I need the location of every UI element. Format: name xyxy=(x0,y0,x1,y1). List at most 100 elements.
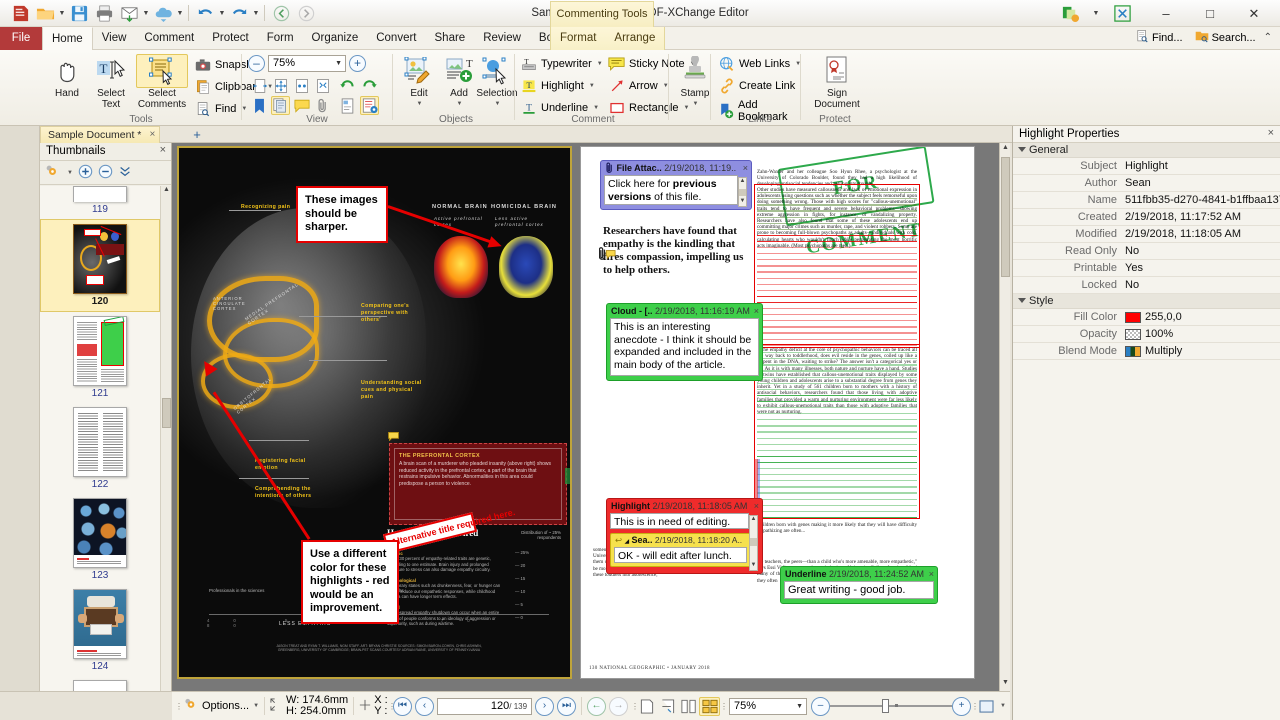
fullscreen-icon[interactable] xyxy=(976,697,997,716)
tab-file[interactable]: File xyxy=(0,27,42,50)
collapse-icon[interactable] xyxy=(118,164,132,181)
annotation-body[interactable]: This is an interesting anecdote - I thin… xyxy=(610,318,759,376)
two-page-continuous-icon[interactable] xyxy=(699,697,720,716)
add-dropdown-caret[interactable]: ▼ xyxy=(439,99,480,110)
tab-convert[interactable]: Convert xyxy=(367,27,425,50)
undo-icon[interactable] xyxy=(193,2,217,24)
section-style[interactable]: Style xyxy=(1013,294,1280,309)
annotation-underline[interactable]: Underline 2/19/2018, 11:24:52 AM × Great… xyxy=(780,566,938,604)
scroll-up-icon[interactable]: ▲ xyxy=(739,178,746,186)
zoom-slider[interactable] xyxy=(830,698,952,714)
tab-protect[interactable]: Protect xyxy=(203,27,257,50)
edit-dropdown-caret[interactable]: ▼ xyxy=(399,99,440,110)
section-general[interactable]: General xyxy=(1013,143,1280,158)
fit-page-icon[interactable] xyxy=(271,76,290,95)
two-page-icon[interactable] xyxy=(678,697,699,716)
document-view[interactable]: Recognizing pain Comparing one's perspec… xyxy=(172,143,1010,691)
email-icon[interactable] xyxy=(117,2,141,24)
annotation-body[interactable]: Great writing - good job. xyxy=(784,581,934,599)
annotation-close-icon[interactable]: × xyxy=(754,304,759,318)
annotation-body[interactable]: Click here for previous versions of this… xyxy=(604,175,738,205)
options-button[interactable]: Options... ▼ xyxy=(183,697,259,715)
list-item[interactable]: 120 xyxy=(40,219,160,312)
list-item[interactable]: 124 xyxy=(40,585,160,676)
back-icon[interactable] xyxy=(269,2,293,24)
new-tab-button[interactable]: + xyxy=(189,127,205,142)
last-page-button[interactable]: ⏭ xyxy=(557,697,576,716)
sticky-note-marker-icon[interactable] xyxy=(388,432,399,444)
pdf-tools-caret[interactable]: ▼ xyxy=(1092,3,1100,25)
zoom-in-button[interactable]: + xyxy=(349,55,366,72)
underline-dropdown-caret[interactable]: ▼ xyxy=(593,105,599,111)
property-row-name[interactable]: Name 511fbb35-d270-4841-b1ffbaa137.. xyxy=(1013,192,1280,209)
property-value[interactable]: Sean xyxy=(1123,175,1280,191)
thumbnails-close-icon[interactable]: × xyxy=(160,144,166,156)
rotate-right-icon[interactable] xyxy=(360,76,379,95)
zoom-level-input[interactable]: 75% ▼ xyxy=(268,55,346,72)
property-value-wrap[interactable]: 100% xyxy=(1123,326,1280,342)
properties-close-icon[interactable]: × xyxy=(1268,127,1274,139)
fullscreen-toggle-icon[interactable] xyxy=(1100,0,1144,27)
selection-button[interactable]: Selection ▼ xyxy=(476,54,518,110)
print-icon[interactable] xyxy=(92,2,116,24)
collapse-ribbon-button[interactable]: ⌃ xyxy=(1264,32,1276,43)
fit-visible-icon[interactable] xyxy=(292,76,311,95)
sign-document-button[interactable]: Sign Document xyxy=(812,54,862,110)
scroll-up-icon[interactable]: ▲ xyxy=(750,516,757,524)
maximize-button[interactable]: □ xyxy=(1188,0,1232,27)
annotation-reply[interactable]: ↩ ◢ Sea.. 2/19/2018, 11:18:20 A.. OK - w… xyxy=(610,533,751,567)
redo-icon[interactable] xyxy=(227,2,251,24)
undo-dropdown-caret[interactable]: ▼ xyxy=(218,2,226,24)
zoom-dropdown-caret[interactable]: ▼ xyxy=(335,56,342,72)
doc-scroll-up-icon[interactable]: ▲ xyxy=(1001,144,1010,155)
property-row-modified[interactable]: Modified 2/19/2018, 11:18:05 AM xyxy=(1013,226,1280,243)
document-tab[interactable]: Sample Document * × xyxy=(40,126,160,143)
next-page-button[interactable]: › xyxy=(535,697,554,716)
callout-images-sharper[interactable]: These images should be sharper. xyxy=(296,186,388,243)
select-comments-tool-button[interactable]: Select Comments xyxy=(136,54,188,110)
forward-nav-button[interactable]: → xyxy=(609,697,628,716)
highlight-button[interactable]: T Highlight ▼ xyxy=(520,77,595,94)
property-row-read-only[interactable]: Read Only No xyxy=(1013,243,1280,260)
property-row-created[interactable]: Created 2/19/2018, 11:17:52 AM xyxy=(1013,209,1280,226)
tab-review[interactable]: Review xyxy=(474,27,530,50)
fullscreen-dropdown-caret[interactable]: ▼ xyxy=(1000,703,1006,709)
annotation-close-icon[interactable]: × xyxy=(743,161,748,175)
create-link-button[interactable]: Create Link xyxy=(718,77,795,94)
doc-scroll-down-icon[interactable]: ▼ xyxy=(1001,679,1010,690)
annotation-file-attachment[interactable]: File Attac.. 2/19/2018, 11:19.. × Click … xyxy=(600,160,752,210)
scroll-thumb[interactable] xyxy=(739,189,746,196)
tab-arrange[interactable]: Arrange xyxy=(605,27,664,50)
app-logo-icon[interactable] xyxy=(8,2,32,24)
status-zoom-in-button[interactable]: + xyxy=(952,697,971,716)
property-row-blend-mode[interactable]: Blend Mode Multiply xyxy=(1013,343,1280,360)
list-item[interactable]: 122 xyxy=(40,403,160,494)
save-icon[interactable] xyxy=(67,2,91,24)
bookmarks-pane-icon[interactable] xyxy=(250,96,269,115)
attachments-pane-icon[interactable] xyxy=(313,96,332,115)
hand-tool-button[interactable]: Hand xyxy=(46,54,88,99)
scroll-down-icon[interactable]: ▼ xyxy=(739,198,746,206)
tab-format[interactable]: Format xyxy=(551,27,605,50)
status-zoom-input[interactable]: 75% ▼ xyxy=(729,698,807,715)
document-scrollbar[interactable]: ▲ ▼ xyxy=(999,143,1010,691)
open-dropdown-caret[interactable]: ▼ xyxy=(58,2,66,24)
document-tab-close-icon[interactable]: × xyxy=(150,127,156,143)
annotation-close-icon[interactable]: × xyxy=(754,499,759,513)
comments-pane-icon[interactable] xyxy=(292,96,311,115)
status-zoom-out-button[interactable]: – xyxy=(811,697,830,716)
reply-body[interactable]: OK - will edit after lunch. xyxy=(614,547,747,563)
arrow-button[interactable]: Arrow ▼ xyxy=(608,77,669,94)
content-pane-icon[interactable] xyxy=(338,96,357,115)
first-page-button[interactable]: ⏮ xyxy=(393,697,412,716)
reply-collapse-icon[interactable]: ◢ xyxy=(625,539,630,545)
cloud-dropdown-caret[interactable]: ▼ xyxy=(176,2,184,24)
property-value[interactable]: No xyxy=(1123,243,1280,259)
list-item[interactable]: 119 xyxy=(40,186,160,219)
list-item[interactable]: 123 xyxy=(40,494,160,585)
doc-scrollbar-thumb[interactable] xyxy=(1001,157,1010,277)
back-nav-button[interactable]: ← xyxy=(587,697,606,716)
actual-size-icon[interactable] xyxy=(313,76,332,95)
property-row-fill-color[interactable]: Fill Color 255,0,0 xyxy=(1013,309,1280,326)
fill-color-swatch[interactable] xyxy=(1125,312,1141,323)
